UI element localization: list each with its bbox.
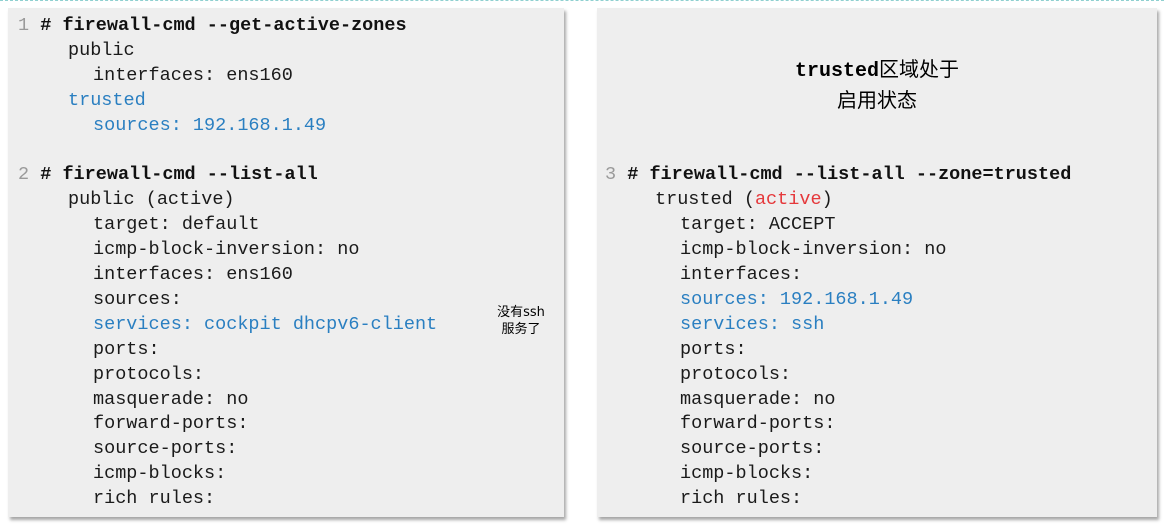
annotation-note: 没有ssh 服务了: [492, 304, 550, 338]
line-number: 3: [605, 164, 617, 185]
line-number: 2: [18, 164, 30, 185]
right-terminal-panel: trusted区域处于 启用状态 3 # firewall-cmd --list…: [597, 8, 1157, 517]
left-terminal-panel: 1 # firewall-cmd --get-active-zones publ…: [8, 8, 564, 517]
output-line-highlight: services: cockpit dhcpv6-client: [93, 314, 438, 335]
line-number: 1: [18, 15, 30, 36]
output-line: rich rules:: [93, 488, 216, 509]
prompt: #: [40, 15, 52, 36]
command-line-1: 1 # firewall-cmd --get-active-zones: [18, 16, 407, 36]
output-line: interfaces:: [680, 264, 803, 285]
output-line: icmp-blocks:: [680, 463, 814, 484]
command-line-3: 3 # firewall-cmd --list-all --zone=trust…: [605, 165, 1071, 185]
command-line-2: 2 # firewall-cmd --list-all: [18, 165, 318, 185]
output-line: ports:: [93, 339, 160, 360]
prompt: #: [40, 164, 52, 185]
heading-line-2: 启用状态: [837, 88, 917, 112]
output-line: icmp-block-inversion: no: [680, 239, 947, 260]
annotation-heading: trusted区域处于 启用状态: [597, 55, 1157, 114]
output-line-highlight: sources: 192.168.1.49: [680, 289, 914, 310]
prompt: #: [627, 164, 639, 185]
output-line: interfaces: ens160: [93, 264, 293, 285]
top-dashed-line: [0, 0, 1164, 1]
output-line-highlight: sources: 192.168.1.49: [93, 115, 327, 136]
zone-line: trusted (active): [655, 190, 833, 210]
output-line: target: ACCEPT: [680, 214, 836, 235]
output-line: protocols:: [680, 364, 792, 385]
output-line: masquerade: no: [680, 389, 836, 410]
output-line: icmp-block-inversion: no: [93, 239, 360, 260]
output-line: target: default: [93, 214, 260, 235]
command-text: firewall-cmd --list-all: [62, 164, 318, 185]
output-line: source-ports:: [680, 438, 825, 459]
zone-paren-close: ): [821, 189, 833, 210]
output-line-highlight: services: ssh: [680, 314, 825, 335]
output-line-highlight: trusted: [68, 90, 146, 111]
command-text: firewall-cmd --get-active-zones: [62, 15, 407, 36]
output-line: rich rules:: [680, 488, 803, 509]
output-line: icmp-blocks:: [93, 463, 227, 484]
heading-rest: 区域处于: [879, 57, 959, 81]
output-line: source-ports:: [93, 438, 238, 459]
zone-state: active: [754, 189, 822, 210]
output-line: interfaces: ens160: [93, 65, 293, 86]
output-line: ports:: [680, 339, 747, 360]
command-text: firewall-cmd --list-all --zone=trusted: [649, 164, 1072, 185]
zone-name: trusted: [655, 189, 733, 210]
note-line-2: 服务了: [501, 322, 541, 337]
zone-line: public (active): [68, 189, 235, 210]
output-line: protocols:: [93, 364, 205, 385]
output-line: masquerade: no: [93, 389, 249, 410]
note-line-1: 没有ssh: [497, 305, 545, 320]
heading-bold: trusted: [794, 60, 879, 83]
zone-paren-open: (: [732, 189, 755, 210]
output-line: sources:: [93, 289, 182, 310]
output-line: forward-ports:: [680, 413, 836, 434]
output-line: public: [68, 40, 135, 61]
output-line: forward-ports:: [93, 413, 249, 434]
